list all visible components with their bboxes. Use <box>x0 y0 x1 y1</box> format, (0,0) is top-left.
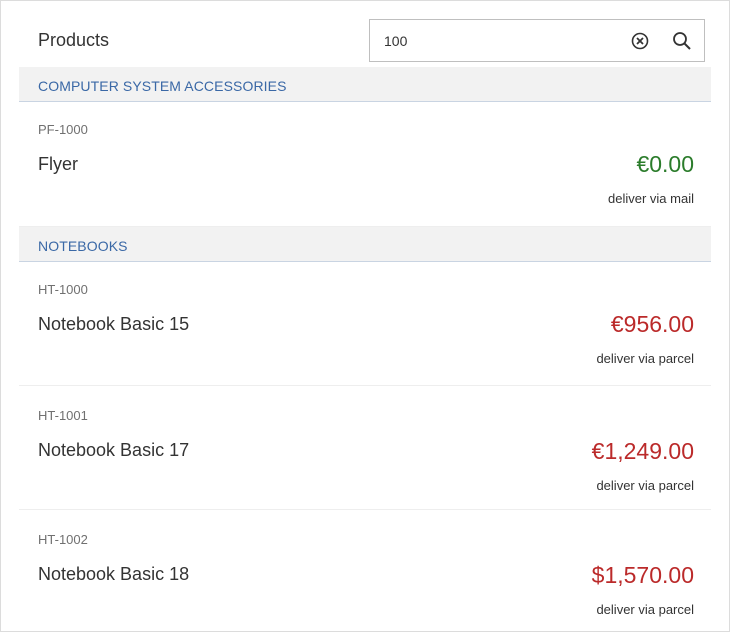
group-label: NOTEBOOKS <box>38 238 128 254</box>
delivery-note: deliver via parcel <box>596 602 694 617</box>
list-item[interactable]: HT-1002 Notebook Basic 18 $1,570.00 deli… <box>19 510 711 631</box>
delivery-note: deliver via parcel <box>596 478 694 493</box>
delivery-note: deliver via mail <box>608 191 694 206</box>
product-price: €0.00 <box>636 151 694 177</box>
list-item[interactable]: HT-1001 Notebook Basic 17 €1,249.00 deli… <box>19 386 711 510</box>
products-panel: Products COMPUTER SYSTEM ACCESSORIES PF-… <box>0 0 730 632</box>
product-id: HT-1000 <box>38 282 88 297</box>
list-item[interactable]: HT-1000 Notebook Basic 15 €956.00 delive… <box>19 262 711 386</box>
product-name: Notebook Basic 18 <box>38 564 190 584</box>
product-id: HT-1002 <box>38 532 88 547</box>
page-title: Products <box>38 30 110 50</box>
search-field[interactable] <box>369 19 705 62</box>
panel-header: Products <box>1 1 729 67</box>
search-input[interactable] <box>378 28 614 54</box>
group-header-computer-system-accessories: COMPUTER SYSTEM ACCESSORIES <box>19 67 711 102</box>
product-id: PF-1000 <box>38 122 88 137</box>
product-price: $1,570.00 <box>591 562 694 588</box>
product-id: HT-1001 <box>38 408 88 423</box>
product-price: €956.00 <box>610 311 694 337</box>
group-label: COMPUTER SYSTEM ACCESSORIES <box>38 78 287 94</box>
clear-icon[interactable] <box>631 32 649 50</box>
product-name: Notebook Basic 15 <box>38 314 190 334</box>
product-name: Notebook Basic 17 <box>38 440 190 460</box>
group-header-notebooks: NOTEBOOKS <box>19 227 711 262</box>
search-icon[interactable] <box>672 31 692 51</box>
delivery-note: deliver via parcel <box>596 351 694 366</box>
product-price: €1,249.00 <box>591 438 694 464</box>
product-name: Flyer <box>38 154 78 174</box>
list-item[interactable]: PF-1000 Flyer €0.00 deliver via mail <box>19 102 711 227</box>
product-list: COMPUTER SYSTEM ACCESSORIES PF-1000 Flye… <box>19 67 711 631</box>
